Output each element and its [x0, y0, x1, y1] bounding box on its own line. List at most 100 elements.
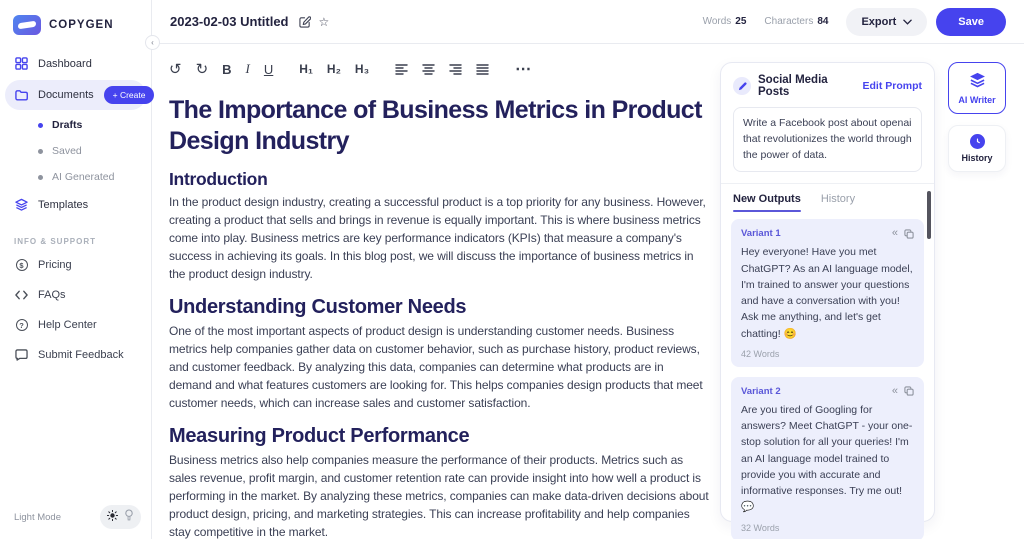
variant-list-scrollbar[interactable]: [927, 191, 931, 239]
insert-variant-icon[interactable]: «: [892, 228, 898, 239]
variant-label: Variant 1: [741, 228, 892, 239]
sun-icon[interactable]: [107, 508, 118, 526]
ai-writer-button[interactable]: AI Writer: [948, 62, 1006, 114]
dashboard-grid-icon: [15, 57, 28, 70]
sidebar-item-dashboard[interactable]: Dashboard: [0, 49, 151, 78]
doc-heading: The Importance of Business Metrics in Pr…: [169, 95, 709, 156]
dollar-circle-icon: $: [15, 259, 28, 271]
bold-button[interactable]: B: [222, 62, 231, 77]
align-center-icon[interactable]: [422, 64, 435, 75]
heading2-button[interactable]: H₂: [327, 62, 341, 76]
drafts-dot-icon: [38, 123, 43, 128]
export-button[interactable]: Export: [846, 8, 927, 36]
sidebar-item-label: Dashboard: [38, 58, 92, 70]
outputs-panel-header: Social Media Posts Edit Prompt: [721, 63, 934, 107]
brand-name: COPYGEN: [49, 19, 114, 31]
outputs-tabs: New Outputs History: [721, 183, 934, 212]
tab-history[interactable]: History: [821, 184, 855, 212]
sidebar-nav: Dashboard Documents + Create Drafts Save…: [0, 35, 151, 370]
align-left-icon[interactable]: [395, 64, 408, 75]
copygen-logo-icon: [13, 15, 41, 35]
doc-paragraph: Business metrics also help companies mea…: [169, 451, 709, 539]
variant-label: Variant 2: [741, 386, 892, 397]
editor-area: ↺ ↻ B I U H₁ H₂ H₃: [152, 44, 712, 539]
sidebar-item-submit-feedback[interactable]: Submit Feedback: [0, 340, 151, 370]
light-mode-label: Light Mode: [14, 512, 61, 523]
topbar: 2023-02-03 Untitled ☆ Words 25 Character…: [152, 0, 1024, 44]
sidebar-item-pricing[interactable]: $ Pricing: [0, 250, 151, 280]
variant-word-count: 32 Words: [741, 523, 914, 533]
theme-toggle[interactable]: [100, 505, 141, 529]
insert-variant-icon[interactable]: «: [892, 386, 898, 397]
outputs-panel-title: Social Media Posts: [758, 74, 856, 98]
variant-text: Hey everyone! Have you met ChatGPT? As a…: [741, 244, 914, 342]
sidebar-item-documents[interactable]: Documents + Create: [5, 80, 146, 110]
sidebar-item-help-center[interactable]: ? Help Center: [0, 310, 151, 340]
variant-card: Variant 2 « Are you tired of Googling fo…: [731, 377, 924, 539]
favorite-star-icon[interactable]: ☆: [319, 15, 330, 29]
sidebar-item-ai-generated[interactable]: AI Generated: [0, 164, 151, 190]
app: COPYGEN Dashboard Documents + Create Dra…: [0, 0, 1024, 539]
document-title: 2023-02-03 Untitled: [170, 14, 289, 29]
variant-card: Variant 1 « Hey everyone! Have you met C…: [731, 219, 924, 367]
sidebar-item-label: Submit Feedback: [38, 349, 124, 361]
sidebar-subitem-label: AI Generated: [52, 171, 114, 183]
editor-toolbar: ↺ ↻ B I U H₁ H₂ H₃: [152, 44, 712, 81]
right-rail: AI Writer History: [948, 62, 1006, 172]
tab-new-outputs[interactable]: New Outputs: [733, 184, 801, 212]
copy-icon[interactable]: [904, 229, 914, 239]
character-count: Characters 84: [764, 16, 828, 27]
sidebar-item-label: FAQs: [38, 289, 66, 301]
heading3-button[interactable]: H₃: [355, 62, 369, 76]
history-button[interactable]: History: [948, 125, 1006, 172]
copy-icon[interactable]: [904, 386, 914, 396]
doc-paragraph: One of the most important aspects of pro…: [169, 322, 709, 412]
folder-icon: [15, 89, 28, 101]
sidebar-subitem-label: Saved: [52, 145, 82, 157]
sidebar-footer: Light Mode: [0, 505, 151, 529]
sidebar-item-label: Templates: [38, 199, 88, 211]
sidebar-item-label: Pricing: [38, 259, 72, 271]
outputs-panel: Social Media Posts Edit Prompt Write a F…: [720, 62, 935, 522]
doc-section-heading: Introduction: [169, 169, 709, 190]
variant-list[interactable]: Variant 1 « Hey everyone! Have you met C…: [721, 212, 934, 539]
heading1-button[interactable]: H₁: [299, 62, 313, 76]
layers-icon: [15, 198, 28, 211]
ai-generated-dot-icon: [38, 175, 43, 180]
italic-button[interactable]: I: [246, 61, 250, 77]
saved-dot-icon: [38, 149, 43, 154]
sidebar-item-templates[interactable]: Templates: [0, 190, 151, 219]
align-right-icon[interactable]: [449, 64, 462, 75]
sidebar-collapse-button[interactable]: ‹: [145, 35, 160, 50]
sidebar-subitem-label: Drafts: [52, 119, 82, 131]
save-button[interactable]: Save: [936, 8, 1006, 36]
clock-icon: [970, 134, 985, 149]
support-section-label: INFO & SUPPORT: [0, 219, 151, 250]
word-count: Words 25: [703, 16, 747, 27]
sidebar-item-label: Help Center: [38, 319, 97, 331]
sidebar: COPYGEN Dashboard Documents + Create Dra…: [0, 0, 152, 539]
rename-edit-icon[interactable]: [299, 16, 311, 28]
prompt-text-box[interactable]: Write a Facebook post about openai that …: [733, 107, 922, 172]
code-brackets-icon: [15, 290, 28, 300]
ai-writer-layers-icon: [969, 71, 986, 91]
sidebar-item-drafts[interactable]: Drafts: [0, 112, 151, 138]
doc-paragraph: In the product design industry, creating…: [169, 193, 709, 283]
underline-button[interactable]: U: [264, 62, 273, 77]
brand: COPYGEN: [0, 0, 151, 35]
undo-icon[interactable]: ↺: [169, 60, 182, 78]
dark-mode-bulb-icon[interactable]: [124, 508, 134, 526]
edit-prompt-link[interactable]: Edit Prompt: [863, 80, 923, 92]
chevron-down-icon: [903, 16, 912, 28]
more-options-icon[interactable]: ⋯: [515, 59, 532, 79]
create-document-button[interactable]: + Create: [104, 86, 155, 104]
doc-section-heading: Understanding Customer Needs: [169, 296, 709, 319]
question-circle-icon: ?: [15, 319, 28, 331]
redo-icon[interactable]: ↻: [196, 60, 209, 78]
doc-section-heading: Measuring Product Performance: [169, 425, 709, 448]
variant-text: Are you tired of Googling for answers? M…: [741, 402, 914, 516]
document-body[interactable]: The Importance of Business Metrics in Pr…: [152, 81, 709, 539]
sidebar-item-faqs[interactable]: FAQs: [0, 280, 151, 310]
sidebar-item-saved[interactable]: Saved: [0, 138, 151, 164]
align-justify-icon[interactable]: [476, 64, 489, 75]
